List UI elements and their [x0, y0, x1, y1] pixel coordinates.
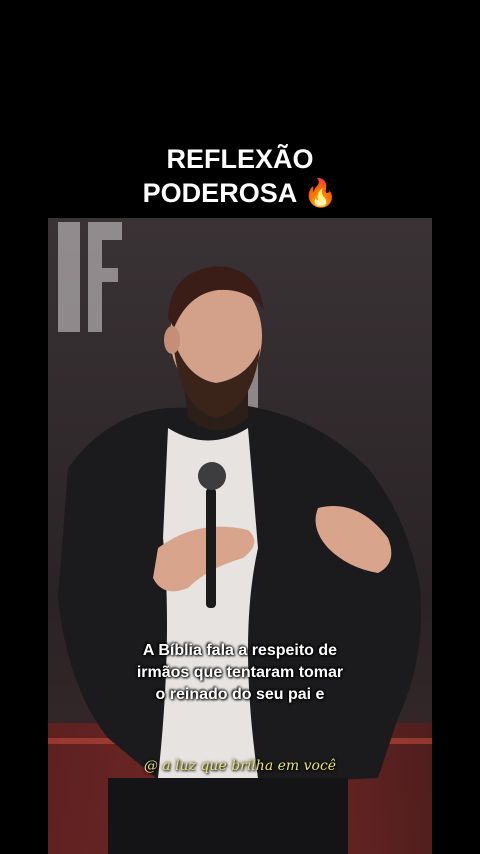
reel-screen: REFLEXÃO PODEROSA 🔥 A Bíblia fala a resp… [0, 0, 480, 854]
video-title-line-2: PODEROSA 🔥 [142, 178, 338, 208]
subtitle-caption: A Bíblia fala a respeito de irmãos que t… [48, 640, 432, 706]
caption-line-2: irmãos que tentaram tomar [136, 664, 344, 681]
caption-line-1: A Bíblia fala a respeito de [142, 642, 338, 659]
caption-line-3: o reinado do seu pai e [155, 686, 325, 703]
channel-watermark: @ a luz que brilha em você [143, 758, 337, 774]
video-title-line-1: REFLEXÃO [166, 144, 314, 174]
video-title: REFLEXÃO PODEROSA 🔥 [0, 142, 480, 210]
